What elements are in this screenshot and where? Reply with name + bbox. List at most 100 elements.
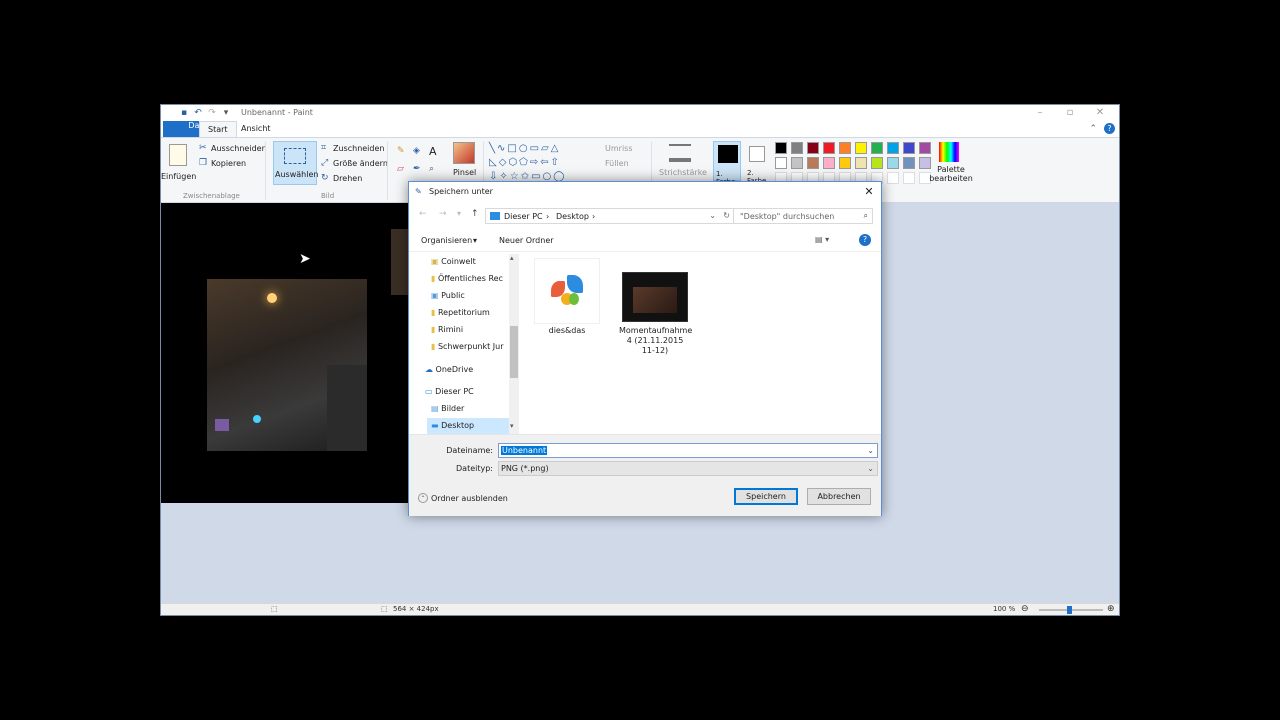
color-swatch[interactable] [871,157,883,169]
view-options-icon[interactable]: ▤ ▾ [815,235,829,244]
filename-dropdown-icon[interactable]: ⌄ [867,444,874,457]
file-item[interactable]: dies&das [531,258,603,336]
select-button[interactable]: Auswählen [273,141,318,185]
organize-button[interactable]: Organisieren [421,236,472,245]
resize-button[interactable]: Größe ändern [333,159,388,168]
breadcrumb-desktop[interactable]: Desktop [556,212,589,221]
maximize-button[interactable]: ▫ [1055,105,1085,121]
text-tool-icon[interactable]: A [429,145,437,158]
color-swatch[interactable] [839,142,851,154]
nav-item-schwerpunkt[interactable]: ▮ Schwerpunkt Jur [431,339,504,355]
dialog-close-button[interactable]: ✕ [861,184,877,200]
nav-item-repetitorium[interactable]: ▮ Repetitorium [431,305,490,321]
color-swatch[interactable] [887,142,899,154]
pencil-icon[interactable]: ✎ [397,146,405,156]
breadcrumb-this-pc[interactable]: Dieser PC [504,212,543,221]
scroll-down-icon[interactable]: ▾ [510,422,514,430]
nav-item-onedrive[interactable]: ☁ OneDrive [425,362,473,378]
back-arrow-icon[interactable]: ← [419,209,427,219]
color-swatch[interactable] [807,142,819,154]
undo-icon[interactable]: ↶ [193,108,203,118]
color-swatch[interactable] [903,157,915,169]
quick-access-menu-icon[interactable]: ▾ [221,108,231,118]
paste-icon[interactable] [169,144,187,166]
zoom-out-button[interactable]: ⊖ [1021,604,1029,614]
color-swatch[interactable] [855,142,867,154]
fill-bucket-icon[interactable]: ◈ [413,146,420,156]
tab-view[interactable]: Ansicht [233,121,279,137]
nav-item-coinwelt[interactable]: ▣ Coinwelt [431,254,476,270]
color-swatch[interactable] [919,142,931,154]
color-swatch[interactable] [823,142,835,154]
refresh-icon[interactable]: ↻ [723,211,730,220]
file-item[interactable]: Momentaufnahme 4 (21.11.2015 11-12) [619,272,692,356]
crop-button[interactable]: Zuschneiden [333,144,384,153]
paste-button[interactable]: Einfügen [161,172,196,181]
magnifier-icon[interactable]: ⌕ [429,164,434,174]
color-swatch[interactable] [791,142,803,154]
tab-start[interactable]: Start [199,121,237,137]
hide-folders-button[interactable]: Ordner ausblenden [431,494,508,503]
search-input[interactable]: "Desktop" durchsuchen ⌕ [733,208,873,224]
copy-button[interactable]: Kopieren [211,159,246,168]
close-button[interactable]: ✕ [1085,105,1115,121]
collapse-chevron-icon[interactable]: ⌃ [418,493,428,503]
color-swatch[interactable] [887,157,899,169]
save-button[interactable]: Speichern [734,488,798,505]
dialog-help-icon[interactable]: ? [859,234,871,246]
size-button[interactable]: Strichstärke [659,168,707,177]
nav-item-public[interactable]: ▣ Public [431,288,465,304]
brush-icon[interactable] [453,142,475,164]
color-swatch[interactable] [775,142,787,154]
save-quick-icon[interactable]: ▪ [179,108,189,118]
custom-color-swatch[interactable] [903,172,915,184]
nav-item-label: Dieser PC [435,387,474,396]
fill-button[interactable]: Füllen [605,159,629,168]
cut-button[interactable]: Ausschneiden [211,144,267,153]
brushes-button[interactable]: Pinsel [453,168,476,177]
color-swatch[interactable] [775,157,787,169]
color-swatch[interactable] [807,157,819,169]
filename-input[interactable]: Unbenannt ⌄ [498,443,878,458]
breadcrumb[interactable]: Dieser PC › Desktop › ⌄ ↻ [485,208,735,224]
nav-item-this-pc[interactable]: ▭ Dieser PC [425,384,474,400]
stroke-size-icon[interactable] [669,144,691,162]
zoom-slider-thumb[interactable] [1067,606,1072,614]
forward-arrow-icon[interactable]: → [439,209,447,219]
filetype-select[interactable]: PNG (*.png) ⌄ [498,461,878,476]
color1-button[interactable]: 1. Farbe [713,141,741,186]
ribbon-collapse-icon[interactable]: ⌃ [1089,124,1097,134]
color-swatch[interactable] [791,157,803,169]
nav-scrollbar[interactable]: ▴ ▾ [509,254,519,434]
help-icon[interactable]: ? [1104,123,1115,134]
color-picker-icon[interactable]: ✒ [413,164,421,174]
redo-icon[interactable]: ↷ [207,108,217,118]
color-swatch[interactable] [903,142,915,154]
up-arrow-icon[interactable]: ↑ [471,209,479,219]
zoom-in-button[interactable]: ⊕ [1107,604,1115,614]
minimize-button[interactable]: – [1025,105,1055,121]
eraser-icon[interactable]: ▱ [397,164,404,174]
color-swatch[interactable] [855,157,867,169]
color-swatch[interactable] [823,157,835,169]
edit-colors-icon[interactable] [939,142,959,162]
edit-colors-button[interactable]: Palette bearbeiten [929,165,973,183]
cancel-button[interactable]: Abbrechen [807,488,871,505]
custom-color-swatch[interactable] [887,172,899,184]
recent-locations-icon[interactable]: ▾ [457,209,461,218]
nav-item-public-recordings[interactable]: ▮ Öffentliches Rec [431,271,503,287]
scrollbar-thumb[interactable] [510,326,518,378]
nav-item-pictures[interactable]: ▤ Bilder [431,401,464,417]
scroll-up-icon[interactable]: ▴ [510,254,514,262]
address-dropdown-icon[interactable]: ⌄ [709,211,716,220]
new-folder-button[interactable]: Neuer Ordner [499,236,554,245]
outline-button[interactable]: Umriss [605,144,633,153]
image-canvas[interactable] [161,203,409,503]
color-swatch[interactable] [839,157,851,169]
nav-item-rimini[interactable]: ▮ Rimini [431,322,463,338]
rotate-button[interactable]: Drehen [333,174,362,183]
color2-button[interactable]: 2. Farbe [745,141,773,185]
nav-item-desktop[interactable]: ▬ Desktop [427,418,511,434]
color-swatch[interactable] [871,142,883,154]
shapes-gallery[interactable]: ╲∿□○▭▱△ ◺◇⬡⬠⇨⇦⇧ ⇩✧☆✩▭○◯ [489,142,593,186]
